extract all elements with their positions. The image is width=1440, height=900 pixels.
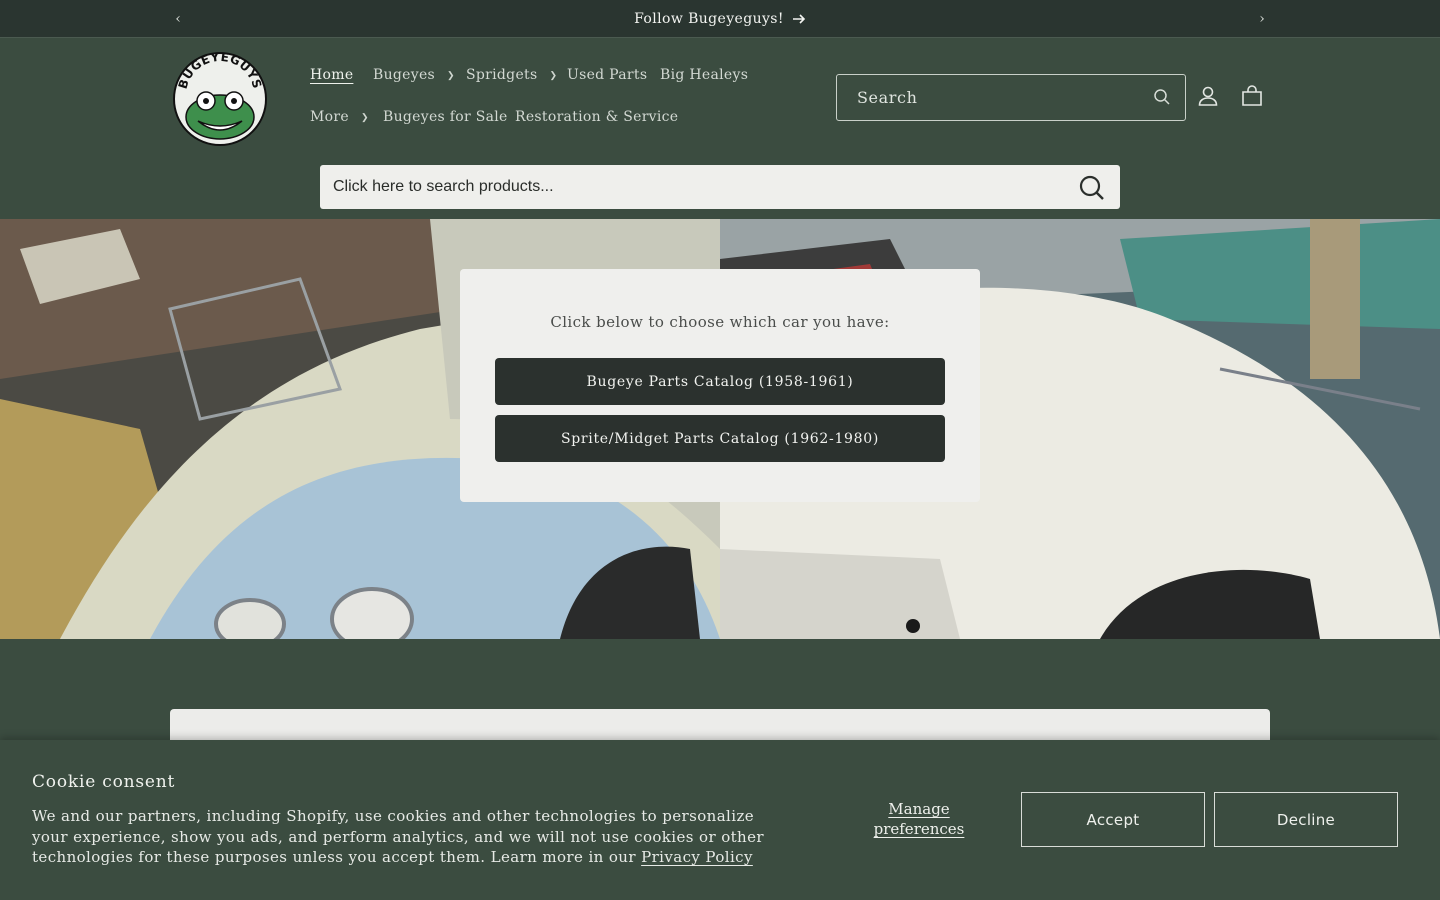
car-selector-card: Click below to choose which car you have… bbox=[460, 269, 980, 502]
nav-restoration-label: Restoration & Service bbox=[515, 109, 679, 125]
nav-bugeyes[interactable]: Bugeyes ❯ bbox=[373, 67, 455, 83]
accept-button[interactable]: Accept bbox=[1021, 792, 1205, 847]
nav-home[interactable]: Home bbox=[310, 67, 353, 83]
chevron-down-icon: ❯ bbox=[447, 71, 455, 81]
search-input[interactable]: Search bbox=[836, 74, 1186, 121]
privacy-policy-link[interactable]: Privacy Policy bbox=[641, 848, 753, 866]
nav-used-parts-label: Used Parts bbox=[567, 67, 648, 83]
chevron-down-icon: ❯ bbox=[549, 71, 558, 81]
announcement-text: Follow Bugeyeguys! bbox=[634, 10, 784, 27]
product-search-placeholder: Click here to search products... bbox=[333, 178, 554, 195]
product-search-input[interactable]: Click here to search products... bbox=[320, 165, 1120, 209]
chevron-down-icon: ❯ bbox=[360, 113, 369, 123]
nav-spridgets[interactable]: Spridgets ❯ bbox=[466, 67, 557, 83]
nav-used-parts[interactable]: Used Parts bbox=[567, 67, 647, 83]
decline-button[interactable]: Decline bbox=[1214, 792, 1398, 847]
search-icon[interactable] bbox=[1078, 174, 1106, 202]
cart-icon[interactable] bbox=[1241, 85, 1263, 107]
announcement-link[interactable]: Follow Bugeyeguys! bbox=[634, 11, 806, 27]
nav-home-label: Home bbox=[310, 67, 354, 83]
nav-bugeyes-for-sale[interactable]: Bugeyes for Sale bbox=[383, 109, 508, 125]
account-icon[interactable] bbox=[1197, 85, 1219, 107]
cookie-title: Cookie consent bbox=[32, 772, 176, 792]
search-placeholder: Search bbox=[857, 88, 918, 107]
cookie-body: We and our partners, including Shopify, … bbox=[32, 806, 772, 868]
announcement-bar: ‹ Follow Bugeyeguys! › bbox=[0, 0, 1440, 38]
bugeye-catalog-button[interactable]: Bugeye Parts Catalog (1958-1961) bbox=[495, 358, 945, 405]
nav-spridgets-label: Spridgets bbox=[466, 67, 538, 83]
arrow-right-icon bbox=[792, 13, 806, 24]
nav-restoration[interactable]: Restoration & Service bbox=[515, 109, 678, 125]
sprite-midget-catalog-button[interactable]: Sprite/Midget Parts Catalog (1962-1980) bbox=[495, 415, 945, 462]
nav-bugeyes-for-sale-label: Bugeyes for Sale bbox=[383, 109, 508, 125]
nav-bugeyes-label: Bugeyes bbox=[373, 67, 436, 83]
chevron-right-icon[interactable]: › bbox=[1252, 9, 1272, 29]
nav-big-healeys[interactable]: Big Healeys bbox=[660, 67, 748, 83]
cookie-consent-banner: Cookie consent We and our partners, incl… bbox=[0, 740, 1440, 900]
car-selector-prompt: Click below to choose which car you have… bbox=[550, 313, 890, 331]
manage-preferences-link[interactable]: Manage preferences bbox=[864, 799, 974, 839]
nav-big-healeys-label: Big Healeys bbox=[660, 67, 749, 83]
logo[interactable]: BUGEYEGUYS bbox=[172, 51, 268, 147]
search-icon[interactable] bbox=[1153, 88, 1171, 106]
nav-more[interactable]: More ❯ bbox=[310, 109, 369, 125]
chevron-left-icon[interactable]: ‹ bbox=[168, 9, 188, 29]
nav-more-label: More bbox=[310, 109, 349, 125]
